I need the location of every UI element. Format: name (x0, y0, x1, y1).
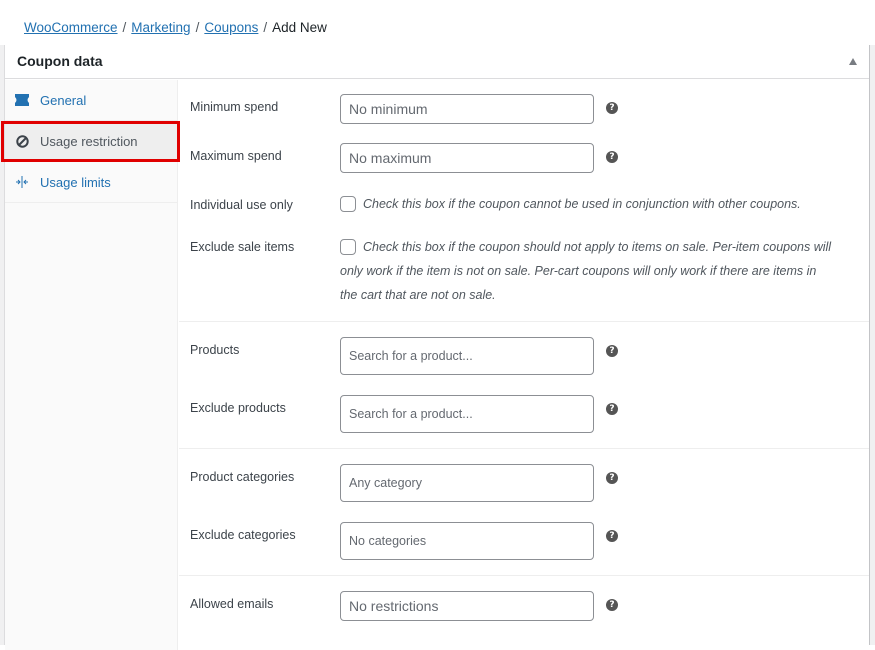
tab-label: General (40, 92, 87, 108)
coupon-data-panel: Coupon data General Usage restriction Us… (1, 45, 870, 650)
exclude-categories-select[interactable]: No categories (340, 522, 594, 560)
maximum-spend-label: Maximum spend (190, 149, 282, 163)
breadcrumb-coupons[interactable]: Coupons (204, 20, 258, 35)
page-background-right (870, 45, 875, 645)
individual-use-description: Check this box if the coupon cannot be u… (363, 197, 801, 211)
breadcrumb-separator: / (263, 20, 268, 35)
help-icon[interactable]: ? (606, 345, 618, 357)
categories-group: Product categories Any category ? Exclud… (179, 449, 869, 576)
panel-title: Coupon data (17, 53, 103, 69)
emails-group: Allowed emails No restrictions ? (179, 576, 869, 650)
forbidden-icon (15, 134, 29, 148)
description-line: the cart that are not on sale. (340, 288, 496, 302)
breadcrumb-marketing[interactable]: Marketing (131, 20, 190, 35)
panel-header: Coupon data (5, 45, 869, 79)
help-icon[interactable]: ? (606, 599, 618, 611)
exclude-categories-label: Exclude categories (190, 528, 296, 542)
description-line: only work if the item is not on sale. Pe… (340, 264, 817, 278)
minimum-spend-label: Minimum spend (190, 100, 279, 114)
tab-label: Usage restriction (40, 133, 138, 149)
breadcrumb-woocommerce[interactable]: WooCommerce (24, 20, 118, 35)
exclude-sale-items-description: Check this box if the coupon should not … (340, 235, 850, 307)
tab-label: Usage limits (40, 174, 111, 190)
allowed-emails-input[interactable]: No restrictions (340, 591, 594, 621)
help-icon[interactable]: ? (606, 472, 618, 484)
help-icon[interactable]: ? (606, 151, 618, 163)
breadcrumb: WooCommerce / Marketing / Coupons / Add New (24, 20, 327, 35)
tab-usage-restriction[interactable]: Usage restriction (1, 121, 180, 162)
product-categories-select[interactable]: Any category (340, 464, 594, 502)
description-line-text: Check this box if the coupon should not … (363, 240, 832, 254)
exclude-products-label: Exclude products (190, 401, 286, 415)
help-icon[interactable]: ? (606, 530, 618, 542)
tab-usage-limits[interactable]: Usage limits (5, 162, 177, 203)
usage-restriction-content: Minimum spend No minimum ? Maximum spend… (179, 80, 869, 650)
limits-icon (15, 175, 29, 189)
exclude-products-search-input[interactable]: Search for a product... (340, 395, 594, 433)
coupon-tabs-sidebar: General Usage restriction Usage limits (1, 80, 180, 650)
breadcrumb-current: Add New (272, 20, 327, 35)
products-group: Products Search for a product... ? Exclu… (179, 322, 869, 449)
breadcrumb-separator: / (195, 20, 200, 35)
help-icon[interactable]: ? (606, 403, 618, 415)
help-icon[interactable]: ? (606, 102, 618, 114)
collapse-toggle-icon[interactable] (849, 58, 857, 65)
spend-group: Minimum spend No minimum ? Maximum spend… (179, 80, 869, 322)
ticket-icon (15, 93, 29, 107)
minimum-spend-input[interactable]: No minimum (340, 94, 594, 124)
breadcrumb-separator: / (122, 20, 127, 35)
product-categories-label: Product categories (190, 470, 295, 484)
individual-use-label: Individual use only (190, 198, 293, 212)
exclude-sale-items-label: Exclude sale items (190, 240, 295, 254)
allowed-emails-label: Allowed emails (190, 597, 274, 611)
maximum-spend-input[interactable]: No maximum (340, 143, 594, 173)
products-label: Products (190, 343, 240, 357)
products-search-input[interactable]: Search for a product... (340, 337, 594, 375)
description-line: Check this box if the coupon should not … (340, 235, 850, 259)
tab-general[interactable]: General (5, 80, 177, 121)
